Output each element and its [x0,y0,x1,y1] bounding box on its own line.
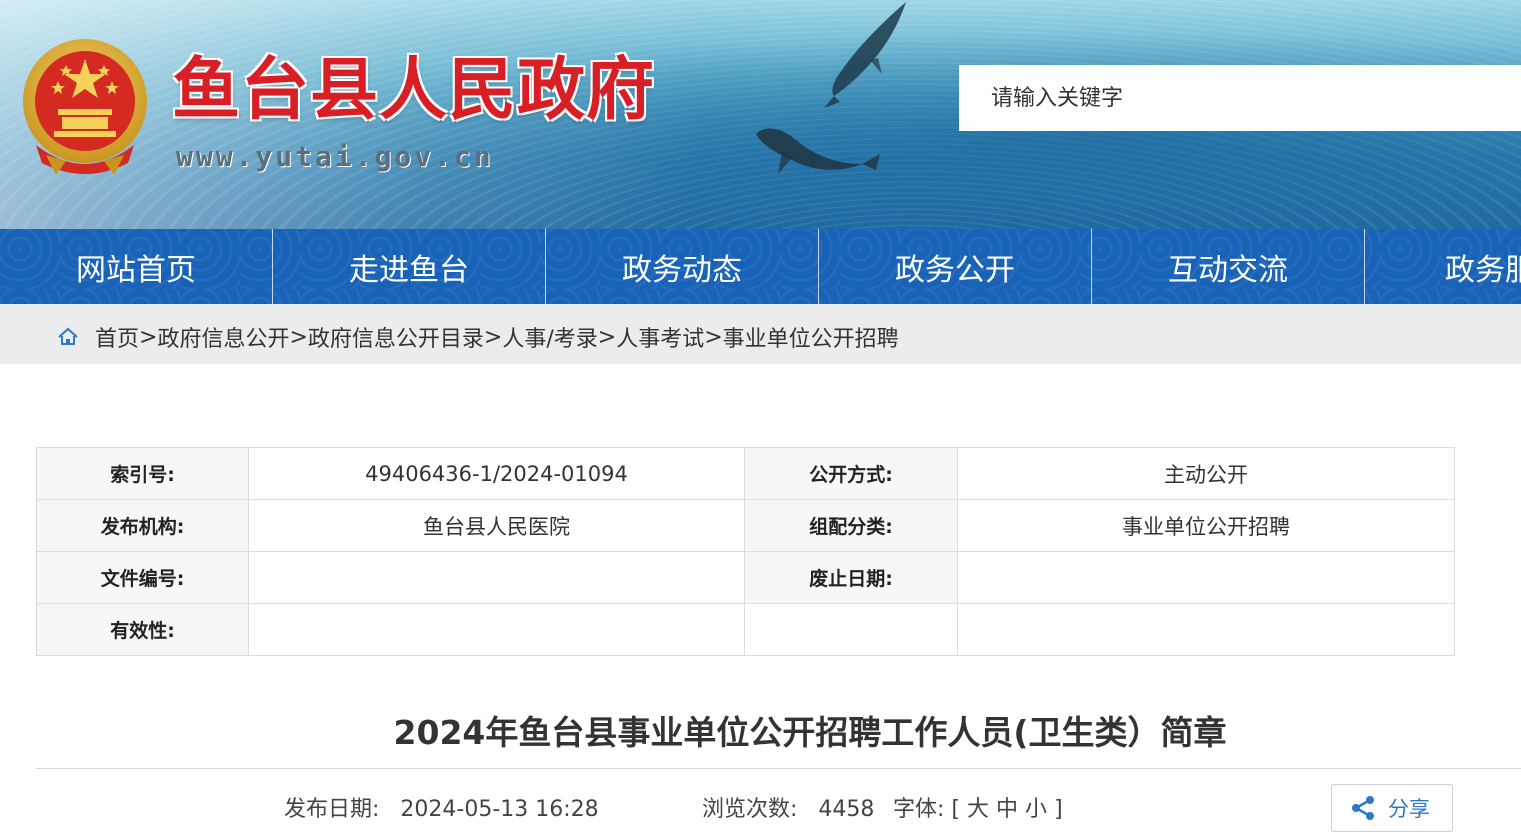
breadcrumb-separator: > [597,324,617,350]
breadcrumb-link-personnel-exam[interactable]: 人事考试 [616,321,704,353]
view-count-label: 浏览次数: [702,797,798,822]
fish-decoration-icon [824,2,906,108]
nav-item-about-yutai[interactable]: 走进鱼台 [273,229,546,304]
main-nav: 网站首页 走进鱼台 政务动态 政务公开 互动交流 政务服 [0,229,1521,304]
home-icon [58,327,78,345]
font-size-medium-button[interactable]: 中 [996,797,1018,822]
site-banner: 鱼台县人民政府 www.yutai.gov.cn [0,0,1521,229]
site-title: 鱼台县人民政府 [172,50,656,130]
table-row: 索引号: 49406436-1/2024-01094 公开方式: 主动公开 [36,447,1455,500]
table-row: 文件编号: 废止日期: [36,551,1455,604]
breadcrumb-link-home[interactable]: 首页 [95,321,139,353]
publish-date-value: 2024-05-13 16:28 [400,797,599,822]
search-input[interactable] [959,65,1521,131]
nav-item-government-service[interactable]: 政务服 [1365,229,1521,304]
font-bracket-open: [ [951,797,961,822]
font-size-control: 字体: [ 大 中 小 ] [893,791,1063,823]
view-count: 浏览次数: 4458 [702,791,874,823]
meta-value-publisher: 鱼台县人民医院 [248,499,745,552]
nav-item-government-disclosure[interactable]: 政务公开 [819,229,1092,304]
meta-empty-cell [744,603,958,656]
font-size-small-button[interactable]: 小 [1025,797,1047,822]
meta-label-validity: 有效性: [36,603,249,656]
nav-item-home[interactable]: 网站首页 [0,229,273,304]
table-row: 有效性: [36,603,1455,656]
meta-value-open-mode: 主动公开 [957,447,1455,500]
breadcrumb-separator: > [139,324,158,350]
nav-item-interaction[interactable]: 互动交流 [1092,229,1365,304]
meta-label-publisher: 发布机构: [36,499,249,552]
meta-value-index: 49406436-1/2024-01094 [248,447,745,500]
meta-label-category: 组配分类: [744,499,958,552]
share-icon [1352,796,1374,820]
font-size-label: 字体: [893,797,945,822]
breadcrumb-bar: 首页 > 政府信息公开 > 政府信息公开目录 > 人事/考录 > 人事考试 > … [0,304,1521,364]
breadcrumb-link-info-disclosure[interactable]: 政府信息公开 [157,321,289,353]
meta-value-doc-number [248,551,745,604]
national-emblem-icon [23,39,147,175]
meta-label-expire-date: 废止日期: [744,551,958,604]
meta-value-expire-date [957,551,1455,604]
publish-date-label: 发布日期: [284,797,380,822]
view-count-value: 4458 [818,797,875,822]
publish-date: 发布日期: 2024-05-13 16:28 [284,791,599,823]
breadcrumb-separator: > [289,324,308,350]
fish-decoration-icon [756,128,880,174]
meta-label-doc-number: 文件编号: [36,551,249,604]
article-title: 2024年鱼台县事业单位公开招聘工作人员(卫生类）简章 [393,713,1227,752]
breadcrumb-separator: > [704,324,723,350]
font-bracket-close: ] [1054,797,1063,822]
title-divider [36,768,1521,769]
document-meta-table: 索引号: 49406436-1/2024-01094 公开方式: 主动公开 发布… [36,447,1455,656]
table-row: 发布机构: 鱼台县人民医院 组配分类: 事业单位公开招聘 [36,499,1455,552]
meta-label-index: 索引号: [36,447,249,500]
meta-empty-cell [957,603,1455,656]
breadcrumb-separator: > [483,324,503,350]
breadcrumb: 首页 > 政府信息公开 > 政府信息公开目录 > 人事/考录 > 人事考试 > … [57,321,899,353]
breadcrumb-link-personnel[interactable]: 人事/考录 [502,321,597,353]
meta-value-validity [248,603,745,656]
share-label: 分享 [1388,797,1430,821]
breadcrumb-link-recruitment[interactable]: 事业单位公开招聘 [723,321,899,353]
font-size-large-button[interactable]: 大 [967,797,989,822]
meta-label-open-mode: 公开方式: [744,447,958,500]
nav-item-government-news[interactable]: 政务动态 [546,229,819,304]
meta-value-category: 事业单位公开招聘 [957,499,1455,552]
breadcrumb-link-disclosure-catalog[interactable]: 政府信息公开目录 [308,321,484,353]
site-url: www.yutai.gov.cn [176,140,494,173]
